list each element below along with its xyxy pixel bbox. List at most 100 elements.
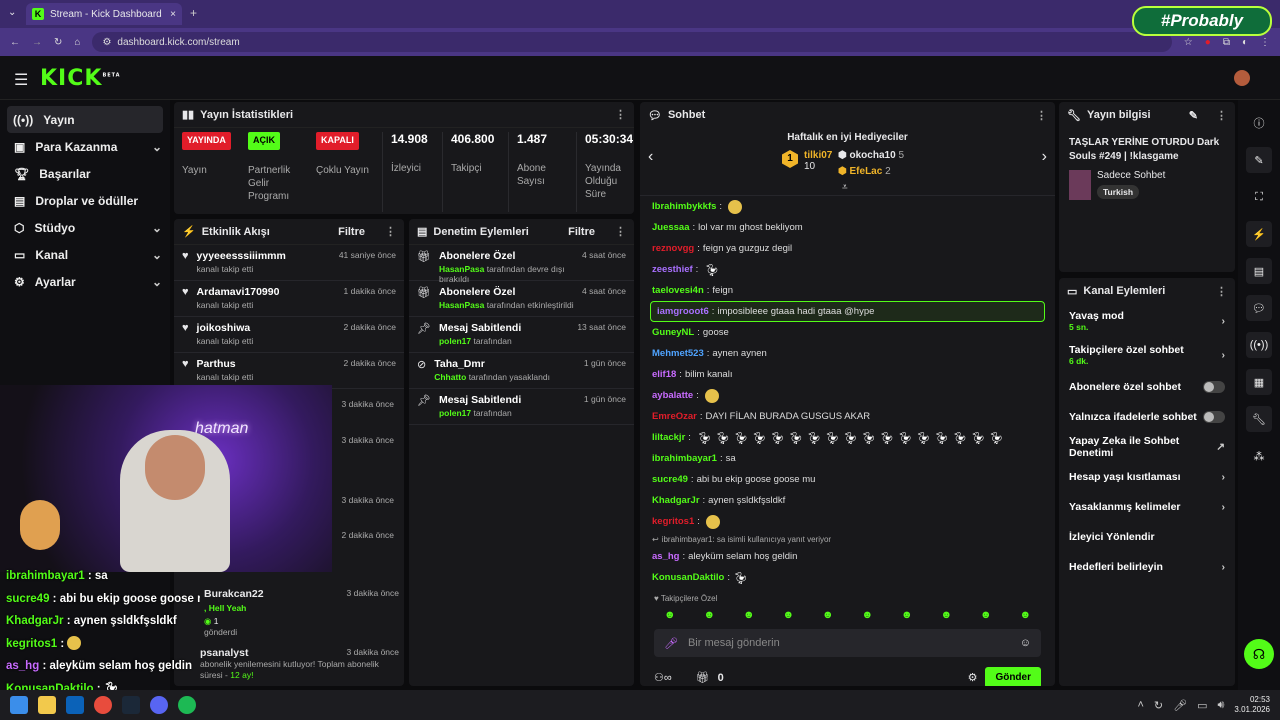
chat-message[interactable]: zeesthief: 🦆︎	[640, 259, 1055, 280]
clock[interactable]: 02:53 3.01.2026	[1234, 695, 1270, 714]
emoji-icon[interactable]: ☺	[1020, 637, 1031, 649]
network-icon[interactable]: ▭	[1197, 699, 1207, 712]
chat-username[interactable]: Juessaa	[652, 222, 690, 233]
chevron-right-icon[interactable]: ›	[1042, 148, 1047, 166]
forward-icon[interactable]: →	[32, 37, 42, 48]
chat-bubble-icon[interactable]: 💬︎	[1246, 295, 1272, 321]
activity-item[interactable]: ♥ Parthus kanalı takip etti 2 dakika önce	[174, 353, 404, 389]
emote[interactable]: ☻	[940, 609, 952, 621]
chat-username[interactable]: as_hg	[652, 551, 679, 562]
extensions-puzzle-icon[interactable]: ⧉	[1223, 37, 1230, 48]
filter-button[interactable]: Filtre	[568, 226, 595, 238]
moderation-item[interactable]: 📌︎ Mesaj Sabitlendi polen17 tarafından 13 s…	[409, 317, 634, 353]
tab-close-icon[interactable]: ×	[170, 9, 176, 20]
panel-menu-icon[interactable]: ⋮	[385, 225, 396, 238]
sidebar-item-yayin[interactable]: ((•)) Yayın	[7, 106, 163, 133]
ai-moderation-row[interactable]: Yapay Zeka ile Sohbet Denetimi ↗	[1059, 432, 1235, 462]
chat-username[interactable]: GuneyNL	[652, 327, 694, 338]
extension-icon[interactable]: ●	[1205, 37, 1211, 48]
chat-username[interactable]: KonusanDaktilo	[652, 572, 724, 583]
new-tab-button[interactable]: +	[190, 6, 197, 20]
chat-username[interactable]: ibrahimbayar1	[652, 453, 717, 464]
emotes-only-toggle[interactable]	[1203, 411, 1225, 423]
chat-message[interactable]: KhadgarJr: aynen şsldkfşsldkf	[640, 490, 1055, 511]
microphone-icon[interactable]: 🎤︎	[1173, 699, 1187, 712]
chat-username[interactable]: EmreOzar	[652, 411, 697, 422]
tab-list-icon[interactable]: ⌄	[8, 7, 16, 18]
chat-input[interactable]: 🎤︎ Bir mesaj gönderin ☺	[654, 629, 1041, 657]
back-icon[interactable]: ←	[10, 37, 20, 48]
url-field[interactable]: ⚙ dashboard.kick.com/stream	[92, 32, 1172, 52]
chevron-up-icon[interactable]: ˄	[1137, 699, 1143, 712]
chat-username[interactable]: zeesthief	[652, 264, 693, 275]
user-avatar[interactable]	[1234, 70, 1250, 86]
panel-menu-icon[interactable]: ⋮	[1216, 109, 1227, 122]
chat-message[interactable]: taelovesi4n: feign	[640, 280, 1055, 301]
bookmark-star-icon[interactable]: ☆	[1184, 37, 1193, 48]
apps-icon[interactable]: ⁂	[1246, 443, 1272, 469]
chat-username[interactable]: Mehmet523	[652, 348, 704, 359]
support-headset-icon[interactable]: ☊	[1244, 639, 1274, 669]
chat-username[interactable]: Ibrahimbykkfs	[652, 201, 716, 212]
moderation-item[interactable]: 📌︎ Mesaj Sabitlendi polen17 tarafından 1 gü…	[409, 389, 634, 425]
panel-menu-icon[interactable]: ⋮	[615, 225, 626, 238]
browser-tab[interactable]: K Stream - Kick Dashboard ×	[26, 3, 182, 25]
points-icon[interactable]: ⚇∞	[654, 671, 672, 684]
emote[interactable]: ☻	[664, 609, 676, 621]
chat-message[interactable]: EmreOzar: DAYI FİLAN BURADA GUSGUS AKAR	[640, 406, 1055, 427]
goals-row[interactable]: Hedefleri belirleyin ›	[1059, 552, 1235, 582]
chat-message[interactable]: GuneyNL: goose	[640, 322, 1055, 343]
emote[interactable]: ☻	[980, 609, 992, 621]
sidebar-item-ayarlar[interactable]: ⚙ Ayarlar ⌄	[0, 268, 170, 295]
settings-icon[interactable]: ⚙	[968, 671, 978, 684]
edit-pencil-icon[interactable]: ✎	[1189, 109, 1198, 122]
chat-message[interactable]: Ibrahimbykkfs:	[640, 196, 1055, 217]
home-icon[interactable]: ⌂	[74, 37, 80, 48]
moderation-item[interactable]: 🎁︎ Abonelere Özel HasanPasa tarafından dev…	[409, 245, 634, 284]
moderation-item[interactable]: 🎁︎ Abonelere Özel HasanPasa tarafından etk…	[409, 281, 634, 317]
site-info-icon[interactable]: ⚙	[102, 37, 111, 48]
file-explorer-icon[interactable]	[38, 696, 56, 714]
chat-message[interactable]: KonusanDaktilo: 🦆︎	[640, 567, 1055, 588]
emote[interactable]: ☻	[901, 609, 913, 621]
panel-menu-icon[interactable]: ⋮	[1036, 109, 1047, 122]
chat-username[interactable]: aybalatte	[652, 390, 693, 401]
banned-words-row[interactable]: Yasaklanmış kelimeler ›	[1059, 492, 1235, 522]
chat-message[interactable]: Juessaa: lol var mı ghost bekliyom	[640, 217, 1055, 238]
gift-icon[interactable]: 🎁︎	[696, 671, 710, 684]
hamburger-menu-icon[interactable]: ☰	[14, 70, 28, 90]
sub-event[interactable]: psanalyst 3 dakika önce abonelik yenileme…	[200, 647, 399, 681]
chat-username[interactable]: sucre49	[652, 474, 688, 485]
lightning-icon[interactable]: ⚡	[1246, 221, 1272, 247]
sidebar-item-droplar[interactable]: ▤ Droplar ve ödüller	[0, 187, 170, 214]
chat-message[interactable]: as_hg: aleyküm selam hoş geldin	[640, 546, 1055, 567]
filter-button[interactable]: Filtre	[338, 226, 365, 238]
chat-username[interactable]: taelovesi4n	[652, 285, 704, 296]
account-age-row[interactable]: Hesap yaşı kısıtlaması ›	[1059, 462, 1235, 492]
spotify-icon[interactable]	[178, 696, 196, 714]
windows-start-icon[interactable]	[10, 696, 28, 714]
sidebar-item-studyo[interactable]: ⬡ Stüdyo ⌄	[0, 214, 170, 241]
steam-icon[interactable]	[122, 696, 140, 714]
chat-message[interactable]: elif18: bilim kanalı	[640, 364, 1055, 385]
outlook-icon[interactable]	[66, 696, 84, 714]
chat-message[interactable]: liltackjr: 🦆︎🦆︎🦆︎🦆︎🦆︎🦆︎🦆︎🦆︎🦆︎🦆︎🦆︎🦆︎🦆︎🦆︎🦆︎…	[640, 427, 1055, 448]
chevron-left-icon[interactable]: ‹	[648, 148, 653, 166]
wrench-icon[interactable]: 🔧︎	[1246, 406, 1272, 432]
volume-icon[interactable]: 🔊︎	[1217, 699, 1224, 712]
moderation-item[interactable]: ⊘ Taha_Dmr Chhatto tarafından yasaklandı 1 …	[409, 353, 634, 389]
activity-item[interactable]: ♥ joikoshiwa kanalı takip etti 2 dakika önc…	[174, 317, 404, 353]
chat-message[interactable]: ibrahimbayar1: sa	[640, 448, 1055, 469]
chat-message[interactable]: sucre49: abi bu ekip goose goose mu	[640, 469, 1055, 490]
sidebar-item-basarilar[interactable]: 🏆︎ Başarılar	[0, 160, 170, 187]
emote[interactable]: ☻	[703, 609, 715, 621]
emote[interactable]: ☻	[822, 609, 834, 621]
activity-item[interactable]: ♥ Ardamavi170990 kanalı takip etti 1 dakika…	[174, 281, 404, 317]
sidebar-item-para-kazanma[interactable]: ▣ Para Kazanma ⌄	[0, 133, 170, 160]
microphone-icon[interactable]: 🎤︎	[664, 637, 678, 650]
discord-icon[interactable]	[150, 696, 168, 714]
profile-avatar[interactable]: ◐	[1242, 37, 1248, 48]
chat-username[interactable]: kegritos1	[652, 516, 694, 527]
category-thumbnail[interactable]	[1069, 170, 1091, 200]
chat-username[interactable]: elif18	[652, 369, 676, 380]
